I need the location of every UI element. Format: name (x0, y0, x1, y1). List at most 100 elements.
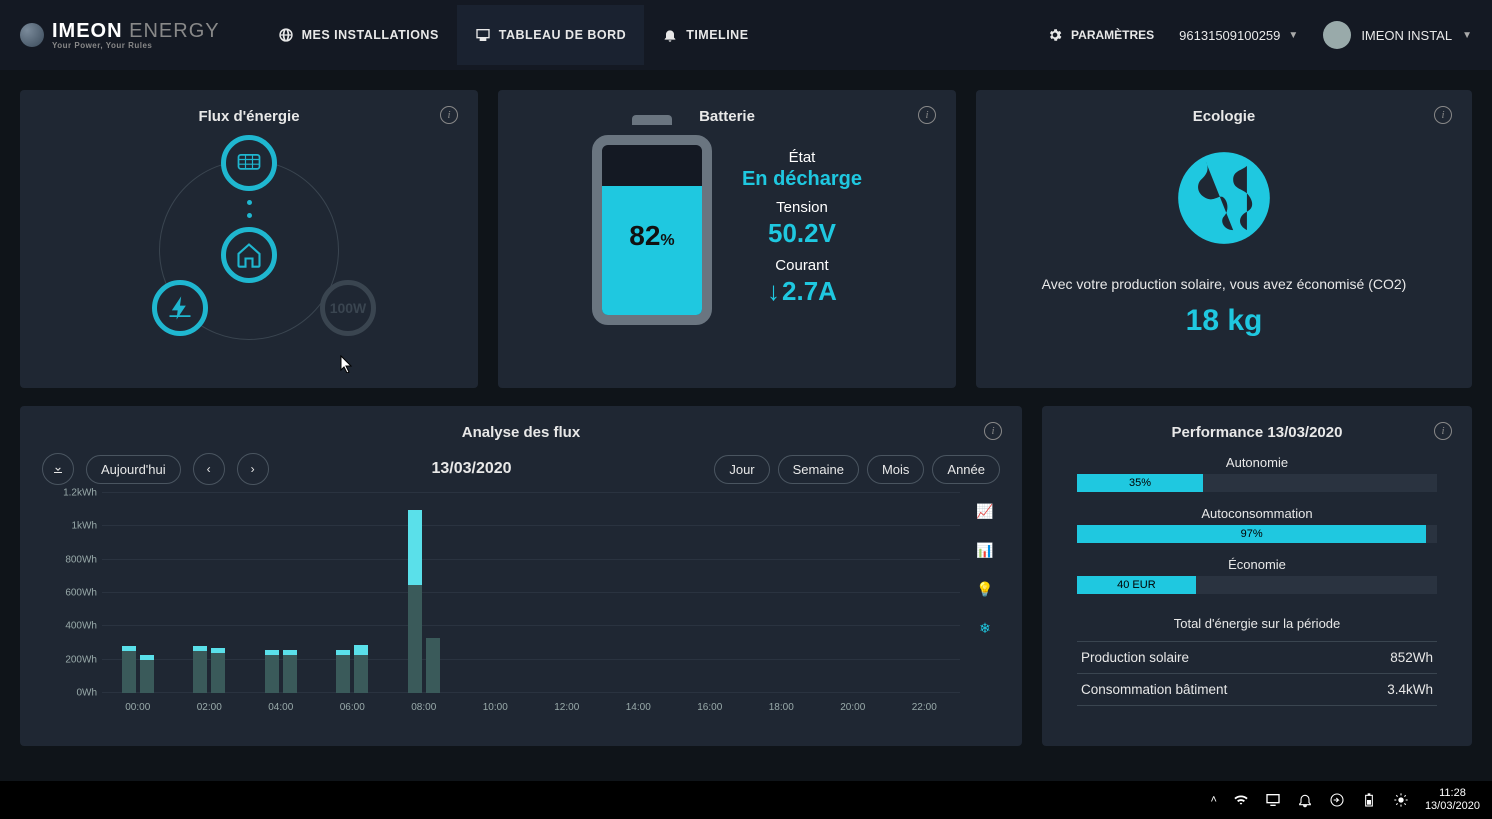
chart-mode-switcher: 📈 📊 💡 ❄ (970, 493, 1000, 713)
today-button[interactable]: Aujourd'hui (86, 455, 181, 484)
battery-card: Batterie i 82% État En décharge Tension (498, 90, 956, 388)
settings-link[interactable]: PARAMÈTRES (1047, 27, 1154, 43)
nav-timeline[interactable]: TIMELINE (644, 5, 766, 65)
economy-bar: 40 EUR (1077, 576, 1437, 594)
logo-icon (20, 23, 44, 47)
nav-label: TIMELINE (686, 28, 748, 42)
home-node[interactable] (221, 227, 277, 283)
bell-icon (662, 27, 678, 43)
mode-bars-icon[interactable]: 📊 (976, 542, 993, 559)
download-button[interactable] (42, 453, 74, 485)
table-row: Production solaire852Wh (1077, 641, 1437, 673)
globe-icon (278, 27, 294, 43)
voltage-value: 50.2V (742, 218, 862, 249)
monitor-icon (475, 27, 491, 43)
user-menu[interactable]: IMEON INSTAL ▼ (1323, 21, 1472, 49)
chevron-down-icon: ▼ (1462, 30, 1472, 41)
battery-graphic: 82% (592, 135, 712, 325)
bell-tray-icon[interactable] (1297, 792, 1313, 808)
card-title: Performance 13/03/2020 (1064, 424, 1450, 441)
download-icon (52, 463, 64, 475)
installation-selector[interactable]: 96131509100259 ▼ (1179, 28, 1298, 43)
mode-pulse-icon[interactable]: 📈 (976, 503, 993, 520)
info-icon[interactable]: i (1434, 106, 1452, 124)
mode-sun-icon[interactable]: ❄ (979, 620, 991, 637)
taskbar: ˄ 11:28 13/03/2020 (0, 781, 1492, 819)
perf-table: Production solaire852WhConsommation bâti… (1077, 641, 1437, 706)
info-icon[interactable]: i (440, 106, 458, 124)
watt-value: 100W (330, 300, 367, 316)
voltage-label: Tension (742, 199, 862, 216)
chevron-down-icon: ▼ (1288, 30, 1298, 41)
selfcons-label: Autoconsommation (1064, 506, 1450, 521)
logo-text-main: IMEON (52, 20, 123, 42)
nav-label: TABLEAU DE BORD (499, 28, 626, 42)
range-month[interactable]: Mois (867, 455, 924, 484)
flow-diagram: 100W (42, 135, 456, 355)
performance-card: Performance 13/03/2020 i Autonomie 35% A… (1042, 406, 1472, 746)
nav-dashboard[interactable]: TABLEAU DE BORD (457, 5, 644, 65)
bar-chart: 0Wh200Wh400Wh600Wh800Wh1kWh1.2kWh00:0002… (42, 493, 960, 713)
mode-bulb-icon[interactable]: 💡 (976, 581, 993, 598)
flow-dot (247, 200, 252, 205)
logo-tagline: Your Power, Your Rules (52, 41, 220, 50)
card-title: Batterie (520, 108, 934, 125)
logo-text-sub: ENERGY (129, 20, 219, 42)
economy-label: Économie (1064, 557, 1450, 572)
avatar (1323, 21, 1351, 49)
nav-installations[interactable]: MES INSTALLATIONS (260, 5, 457, 65)
battery-percent: 82% (629, 220, 674, 252)
user-name: IMEON INSTAL (1361, 28, 1452, 43)
battery-stats: État En décharge Tension 50.2V Courant 2… (742, 145, 862, 315)
energy-flow-card: Flux d'énergie i 100W (20, 90, 478, 388)
range-week[interactable]: Semaine (778, 455, 859, 484)
solar-node[interactable] (221, 135, 277, 191)
settings-label: PARAMÈTRES (1071, 28, 1154, 42)
info-icon[interactable]: i (984, 422, 1002, 440)
install-id-text: 96131509100259 (1179, 28, 1280, 43)
autonomy-label: Autonomie (1064, 455, 1450, 470)
flow-dot (247, 213, 252, 218)
state-value: En décharge (742, 168, 862, 191)
autonomy-bar: 35% (1077, 474, 1437, 492)
totals-title: Total d'énergie sur la période (1064, 616, 1450, 631)
home-icon (235, 241, 263, 269)
table-row: Consommation bâtiment3.4kWh (1077, 673, 1437, 706)
analysis-card: Analyse des flux i Aujourd'hui ‹ › 13/03… (20, 406, 1022, 746)
ecology-value: 18 kg (998, 304, 1450, 338)
main-nav: MES INSTALLATIONS TABLEAU DE BORD TIMELI… (260, 5, 767, 65)
selfcons-bar: 97% (1077, 525, 1437, 543)
logo[interactable]: IMEON ENERGY Your Power, Your Rules (20, 20, 220, 50)
clock-time: 11:28 (1425, 787, 1480, 800)
card-title: Flux d'énergie (42, 108, 456, 125)
current-label: Courant (742, 257, 862, 274)
nav-label: MES INSTALLATIONS (302, 28, 439, 42)
watt-node[interactable]: 100W (320, 280, 376, 336)
wifi-icon[interactable] (1233, 792, 1249, 808)
go-tray-icon[interactable] (1329, 792, 1345, 808)
bolt-icon (166, 294, 194, 322)
solar-panel-icon (235, 149, 263, 177)
clock-date: 13/03/2020 (1425, 800, 1480, 813)
current-value: 2.7A (742, 276, 862, 307)
tray-up-icon[interactable]: ˄ (1211, 794, 1217, 806)
info-icon[interactable]: i (918, 106, 936, 124)
ecology-text: Avec votre production solaire, vous avez… (998, 276, 1450, 292)
grid-node[interactable] (152, 280, 208, 336)
analysis-date: 13/03/2020 (241, 460, 703, 478)
taskbar-clock[interactable]: 11:28 13/03/2020 (1425, 787, 1480, 813)
monitor-tray-icon[interactable] (1265, 792, 1281, 808)
state-label: État (742, 149, 862, 166)
range-day[interactable]: Jour (714, 455, 769, 484)
battery-tray-icon[interactable] (1361, 792, 1377, 808)
gear-icon (1047, 27, 1063, 43)
prev-button[interactable]: ‹ (193, 453, 225, 485)
header: IMEON ENERGY Your Power, Your Rules MES … (0, 0, 1492, 70)
card-title: Analyse des flux (42, 424, 1000, 441)
ecology-card: Ecologie i Avec votre production solaire… (976, 90, 1472, 388)
info-icon[interactable]: i (1434, 422, 1452, 440)
range-year[interactable]: Année (932, 455, 1000, 484)
brightness-icon[interactable] (1393, 792, 1409, 808)
card-title: Ecologie (998, 108, 1450, 125)
globe-icon (998, 143, 1450, 258)
